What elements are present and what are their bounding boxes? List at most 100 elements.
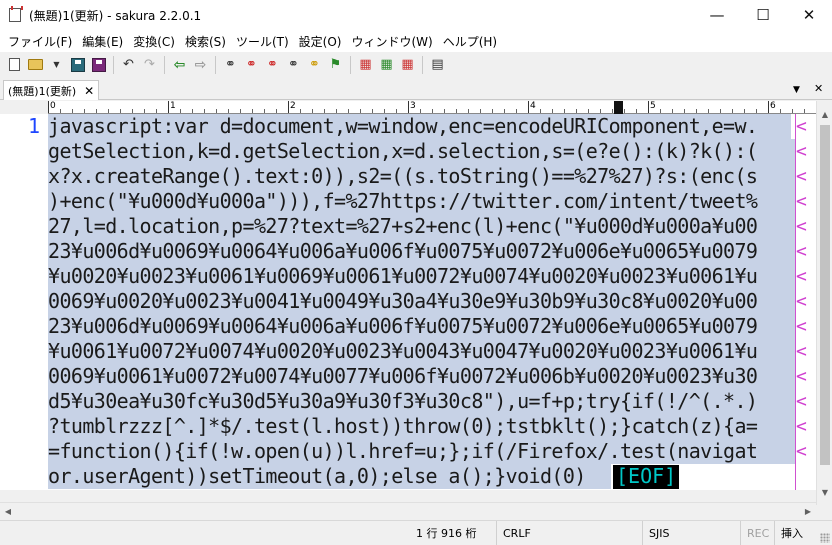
scroll-up-icon[interactable]: ▲ — [817, 107, 832, 123]
close-button[interactable]: ✕ — [786, 0, 832, 30]
minimize-button[interactable]: — — [694, 0, 740, 30]
ruler-label: 3 — [410, 101, 416, 111]
document-tab-label: (無題)1(更新) — [8, 84, 77, 98]
wrap-mark-icon: < — [796, 366, 807, 387]
resize-grip-icon[interactable] — [820, 533, 830, 543]
wrap-mark-icon: < — [796, 441, 807, 462]
maximize-button[interactable]: ☐ — [740, 0, 786, 30]
menu-edit[interactable]: 編集(E) — [77, 33, 128, 50]
tag-jump-button[interactable]: ▦ — [397, 54, 418, 75]
save-icon — [70, 57, 85, 72]
ruler-cursor-marker — [614, 101, 623, 114]
text-area[interactable]: javascript:var d=document,w=window,enc=e… — [48, 114, 795, 490]
text-line[interactable]: x?x.createRange().text:0)),s2=((s.toStri… — [48, 164, 795, 189]
text-line[interactable]: 23¥u006d¥u0069¥u0064¥u006a¥u006f¥u0075¥u… — [48, 239, 795, 264]
text-line[interactable]: 27,l=d.location,p=%27?text=%27+s2+enc(l)… — [48, 214, 795, 239]
text-line[interactable]: or.userAgent))setTimeout(a,0);else a();}… — [48, 464, 611, 489]
open-dropdown-button[interactable]: ▼ — [46, 54, 67, 75]
horizontal-scrollbar[interactable]: ◀ ▶ — [0, 502, 816, 519]
editor-area[interactable]: 1 javascript:var d=document,w=window,enc… — [0, 114, 816, 490]
replace-button[interactable]: ⚭ — [283, 54, 304, 75]
window-title: (無題)1(更新) - sakura 2.2.0.1 — [29, 8, 202, 23]
undo-button[interactable]: ↶ — [118, 54, 139, 75]
search-next-icon: ⚭ — [267, 57, 278, 72]
toolbar-separator — [350, 55, 351, 74]
wrap-mark-icon: < — [796, 241, 807, 262]
toolbar-separator — [422, 55, 423, 74]
save-all-icon — [91, 57, 106, 72]
mark-button[interactable]: ⚭ — [304, 54, 325, 75]
outline-button[interactable]: ▦ — [355, 54, 376, 75]
search-button[interactable]: ⚭ — [220, 54, 241, 75]
line-number-gutter: 1 — [0, 114, 48, 490]
menu-bar: ファイル(F) 編集(E) 変換(C) 検索(S) ツール(T) 設定(O) ウ… — [0, 30, 832, 52]
redo-icon: ↷ — [144, 57, 155, 72]
jump-back-button[interactable]: ⇦ — [169, 54, 190, 75]
grep-button[interactable]: ⚑ — [325, 54, 346, 75]
scroll-left-icon[interactable]: ◀ — [0, 503, 16, 520]
text-line[interactable]: ¥u0020¥u0023¥u0061¥u0069¥u0061¥u0072¥u00… — [48, 264, 795, 289]
close-all-tabs-icon[interactable]: ✕ — [814, 82, 823, 95]
wrap-mark-icon: < — [796, 166, 807, 187]
menu-help[interactable]: ヘルプ(H) — [438, 33, 502, 50]
insert-mode: 挿入 — [774, 521, 809, 545]
text-line[interactable]: ?tumblrzzz[^.]*$/.test(l.host))throw(0);… — [48, 414, 795, 439]
scroll-right-icon[interactable]: ▶ — [800, 503, 816, 520]
open-file-button[interactable] — [25, 54, 46, 75]
status-bar: 1 行 916 桁 CRLF SJIS REC 挿入 — [0, 520, 832, 545]
text-line[interactable]: =function(){if(!w.open(u))l.href=u;};if(… — [48, 439, 795, 464]
vertical-scroll-thumb[interactable] — [820, 125, 830, 465]
compare-icon: ▦ — [380, 57, 393, 72]
document-settings-icon: ▤ — [431, 57, 444, 72]
save-all-button[interactable] — [88, 54, 109, 75]
menu-window[interactable]: ウィンドウ(W) — [346, 33, 437, 50]
wrap-mark-icon: < — [796, 116, 807, 137]
search-prev-button[interactable]: ⚭ — [241, 54, 262, 75]
jump-back-icon: ⇦ — [173, 56, 186, 73]
text-line[interactable]: 0069¥u0061¥u0072¥u0074¥u0077¥u006f¥u0072… — [48, 364, 795, 389]
tab-close-icon[interactable]: ✕ — [84, 84, 94, 98]
document-tab[interactable]: (無題)1(更新) ✕ — [3, 80, 100, 100]
search-next-button[interactable]: ⚭ — [262, 54, 283, 75]
menu-search[interactable]: 検索(S) — [180, 33, 231, 50]
text-line[interactable]: ¥u0061¥u0072¥u0074¥u0020¥u0023¥u0043¥u00… — [48, 339, 795, 364]
ruler-label: 6 — [770, 101, 776, 111]
text-line[interactable]: javascript:var d=document,w=window,enc=e… — [48, 114, 791, 139]
ruler-ticks — [48, 109, 816, 113]
toolbar: ▼ ↶ ↷ ⇦ ⇨ ⚭ ⚭ ⚭ ⚭ ⚭ ⚑ ▦ ▦ ▦ ▤ — [0, 52, 832, 77]
menu-tools[interactable]: ツール(T) — [231, 33, 294, 50]
encoding[interactable]: SJIS — [642, 521, 739, 545]
app-icon — [9, 6, 23, 22]
search-prev-icon: ⚭ — [246, 57, 257, 72]
binoculars-icon: ⚭ — [225, 57, 236, 72]
settings-button[interactable]: ▤ — [427, 54, 448, 75]
wrap-mark-icon: < — [796, 416, 807, 437]
line-number: 1 — [27, 114, 40, 138]
jump-forward-icon: ⇨ — [194, 56, 207, 73]
ruler-label: 2 — [290, 101, 296, 111]
title-bar: (無題)1(更新) - sakura 2.2.0.1 — ☐ ✕ — [0, 0, 832, 30]
menu-convert[interactable]: 変換(C) — [128, 33, 180, 50]
wrap-mark-icon: < — [796, 291, 807, 312]
text-line[interactable]: 0069¥u0020¥u0023¥u0041¥u0049¥u30a4¥u30e9… — [48, 289, 795, 314]
text-line[interactable]: )+enc("¥u000d¥u000a"))),f=%27https://twi… — [48, 189, 795, 214]
toolbar-separator — [164, 55, 165, 74]
redo-button[interactable]: ↷ — [139, 54, 160, 75]
tab-list-dropdown-icon[interactable]: ▼ — [793, 85, 800, 95]
toolbar-separator — [113, 55, 114, 74]
text-line[interactable]: 23¥u006d¥u0069¥u0064¥u006a¥u006f¥u0075¥u… — [48, 314, 795, 339]
line-ending[interactable]: CRLF — [496, 521, 638, 545]
scroll-down-icon[interactable]: ▼ — [817, 485, 832, 501]
text-line[interactable]: d5¥u30ea¥u30fc¥u30d5¥u30a9¥u30f3¥u30c8")… — [48, 389, 795, 414]
menu-file[interactable]: ファイル(F) — [3, 33, 77, 50]
wrap-mark-icon: < — [796, 316, 807, 337]
jump-forward-button[interactable]: ⇨ — [190, 54, 211, 75]
new-file-button[interactable] — [4, 54, 25, 75]
compare-button[interactable]: ▦ — [376, 54, 397, 75]
vertical-scrollbar[interactable]: ▲ ▼ — [816, 101, 832, 505]
text-line[interactable]: getSelection,k=d.getSelection,x=d.select… — [48, 139, 795, 164]
save-button[interactable] — [67, 54, 88, 75]
menu-settings[interactable]: 設定(O) — [294, 33, 347, 50]
eof-marker: [EOF] — [613, 465, 680, 489]
outline-icon: ▦ — [359, 57, 372, 72]
